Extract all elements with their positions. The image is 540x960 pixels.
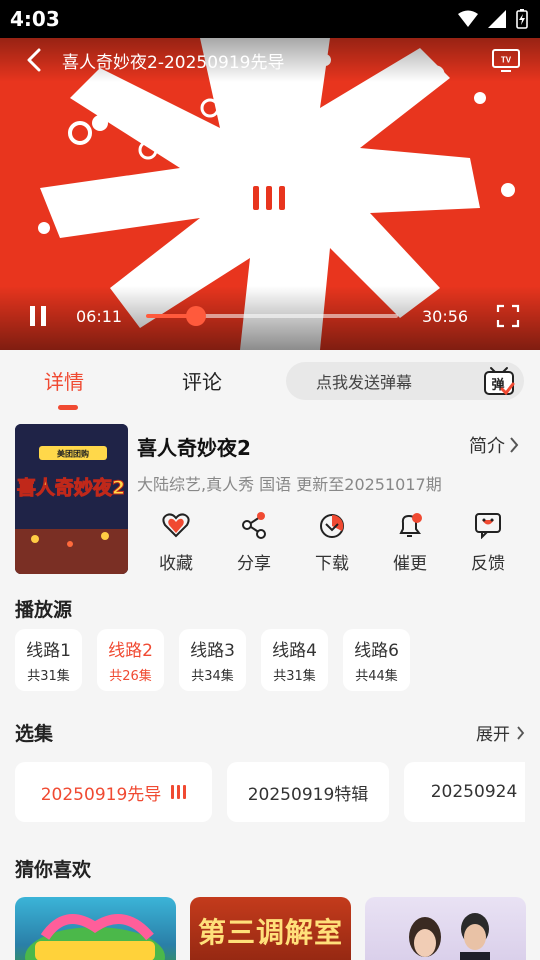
heart-icon (161, 510, 191, 539)
detail-tabs: 详情 评论 点我发送弹幕 弹 (0, 350, 540, 412)
source-item[interactable]: 线路6 共44集 (343, 629, 410, 691)
episode-item[interactable]: 20250919特辑 (227, 762, 389, 822)
source-item-selected[interactable]: 线路2 共26集 (97, 629, 164, 691)
source-name: 线路6 (354, 641, 399, 661)
show-info: 美团团购 喜人奇妙夜2 喜人奇妙夜2 简介 大陆综艺,真人秀 国语 更新至202… (15, 424, 525, 574)
bell-icon (395, 510, 425, 539)
intro-label: 简介 (469, 436, 505, 457)
pause-icon[interactable] (24, 302, 52, 330)
recommend-thumbnail (25, 914, 165, 960)
poster-art: 美团团购 喜人奇妙夜2 (15, 424, 128, 574)
wifi-icon (458, 10, 478, 27)
progress-knob[interactable] (186, 306, 207, 326)
source-item[interactable]: 线路1 共31集 (15, 629, 82, 691)
player-title: 喜人奇妙夜2-20250919先导 (62, 52, 285, 73)
episode-label: 20250924 (430, 782, 518, 802)
tab-indicator (58, 405, 78, 410)
tab-comments[interactable]: 评论 (182, 366, 222, 395)
danmu-placeholder: 点我发送弹幕 (316, 373, 413, 392)
source-item[interactable]: 线路4 共31集 (261, 629, 328, 691)
action-label: 反馈 (471, 554, 505, 574)
expand-link[interactable]: 展开 (476, 720, 525, 745)
source-name: 线路1 (26, 641, 71, 661)
action-label: 催更 (393, 554, 427, 574)
back-icon[interactable] (18, 44, 50, 76)
episode-label: 20250919特辑 (247, 784, 369, 805)
download-button[interactable]: 下载 (293, 510, 371, 574)
episode-label: 20250919先导 (40, 784, 162, 805)
current-time: 06:11 (76, 306, 123, 326)
total-time: 30:56 (422, 306, 469, 326)
episode-item-selected[interactable]: 20250919先导 (15, 762, 212, 822)
recommend-list: 第三调解室 (15, 897, 540, 960)
fullscreen-icon[interactable] (494, 302, 522, 330)
share-button[interactable]: 分享 (215, 510, 293, 574)
show-meta: 大陆综艺,真人秀 国语 更新至20251017期 (137, 475, 442, 494)
danmu-input[interactable]: 点我发送弹幕 弹 (286, 362, 524, 400)
recommend-card[interactable] (365, 897, 526, 960)
status-bar: 4:03 (0, 0, 540, 38)
source-count: 共31集 (273, 669, 316, 684)
chevron-right-icon (510, 437, 519, 453)
show-title: 喜人奇妙夜2 (137, 436, 251, 460)
signal-icon (488, 10, 506, 28)
favorite-button[interactable]: 收藏 (137, 510, 215, 574)
intro-link[interactable]: 简介 (469, 432, 519, 458)
sources-title: 播放源 (15, 599, 73, 621)
feedback-icon (473, 510, 503, 539)
action-bar: 收藏 分享 下载 催更 反馈 (137, 510, 527, 574)
playing-icon (171, 785, 187, 799)
action-label: 分享 (237, 554, 271, 574)
poster-brand: 美团团购 (57, 449, 89, 459)
source-count: 共34集 (191, 669, 234, 684)
episode-list: 20250919先导 20250919特辑 20250924 (15, 762, 525, 822)
expand-label: 展开 (476, 725, 510, 745)
share-icon (239, 510, 269, 539)
tv-cast-icon[interactable]: TV (490, 44, 522, 76)
video-player[interactable]: 喜人奇妙夜2-20250919先导 TV 06:11 30:56 (0, 38, 540, 350)
source-count: 共44集 (355, 669, 398, 684)
urge-update-button[interactable]: 催更 (371, 510, 449, 574)
player-controls: 06:11 30:56 (0, 286, 540, 350)
source-item[interactable]: 线路3 共34集 (179, 629, 246, 691)
status-icons (458, 9, 528, 29)
source-name: 线路2 (108, 641, 153, 661)
action-label: 下载 (315, 554, 349, 574)
status-time: 4:03 (10, 7, 60, 31)
recommend-card[interactable]: 第三调解室 (190, 897, 351, 960)
episode-item[interactable]: 20250924 (404, 762, 525, 822)
player-top-bar: 喜人奇妙夜2-20250919先导 TV (0, 38, 540, 82)
recommend-title: 猜你喜欢 (15, 859, 92, 881)
tab-details[interactable]: 详情 (44, 366, 84, 395)
source-name: 线路3 (190, 641, 235, 661)
recommend-label: 第三调解室 (198, 916, 344, 949)
source-list: 线路1 共31集 线路2 共26集 线路3 共34集 线路4 共31集 线路6 … (15, 629, 410, 691)
source-count: 共31集 (27, 669, 70, 684)
recommend-thumbnail (409, 913, 490, 960)
show-poster[interactable]: 美团团购 喜人奇妙夜2 (15, 424, 128, 574)
episodes-title: 选集 (15, 723, 54, 745)
battery-icon (516, 9, 528, 29)
chevron-right-icon (517, 725, 525, 740)
progress-slider[interactable] (146, 306, 398, 326)
danmu-icon[interactable]: 弹 (482, 364, 516, 398)
action-label: 收藏 (159, 554, 193, 574)
recommend-card[interactable] (15, 897, 176, 960)
feedback-button[interactable]: 反馈 (449, 510, 527, 574)
source-count: 共26集 (109, 669, 152, 684)
source-name: 线路4 (272, 641, 317, 661)
poster-title: 喜人奇妙夜2 (17, 476, 125, 499)
svg-text:TV: TV (501, 56, 512, 65)
download-icon (317, 510, 347, 539)
